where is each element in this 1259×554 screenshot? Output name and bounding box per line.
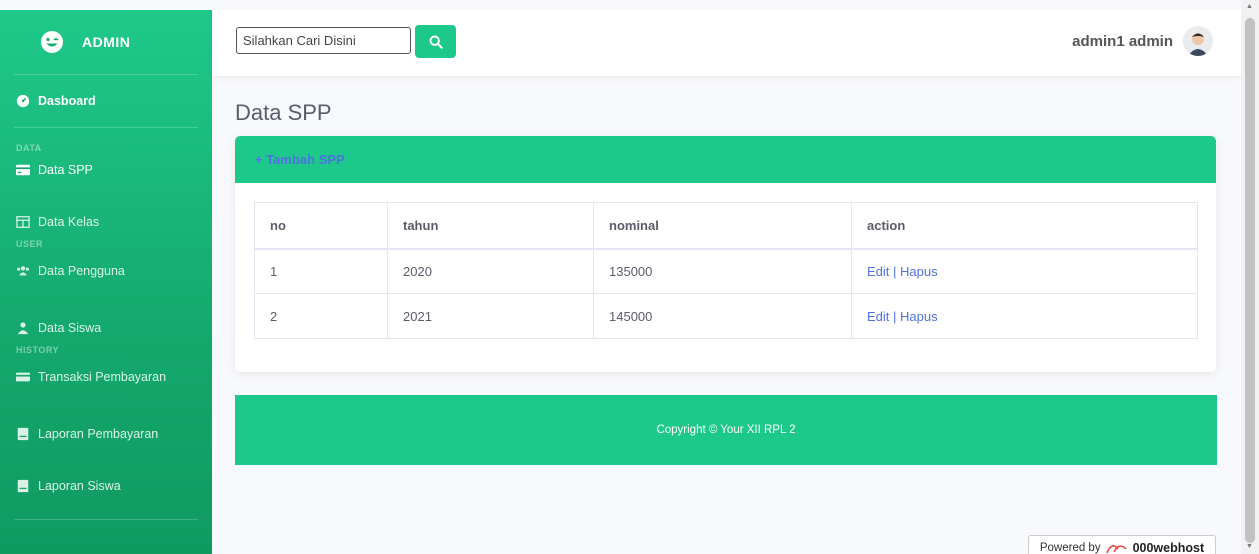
- sidebar-item-label: Data SPP: [38, 163, 93, 177]
- sidebar-item-label: Laporan Siswa: [38, 479, 121, 493]
- search-icon: [429, 35, 443, 49]
- sidebar-item-data-siswa[interactable]: Data Siswa: [0, 311, 212, 345]
- table-row: 1 2020 135000 Edit | Hapus: [254, 248, 1198, 294]
- page-title: Data SPP: [235, 100, 332, 125]
- money-card-icon: [16, 372, 30, 382]
- cell-tahun: 2020: [387, 248, 594, 294]
- scroll-down-icon[interactable]: ▼: [1246, 543, 1253, 550]
- edit-link[interactable]: Edit: [867, 264, 889, 279]
- webhost-brand: 000webhost: [1132, 541, 1205, 554]
- cell-tahun: 2021: [387, 293, 594, 339]
- sidebar-item-label: Data Pengguna: [38, 264, 125, 278]
- user-icon: [17, 322, 29, 335]
- book-icon: [17, 479, 29, 493]
- sidebar-brand[interactable]: ADMIN: [0, 10, 212, 74]
- topbar: admin1 admin: [212, 10, 1241, 76]
- section-heading-data: DATA: [16, 143, 42, 153]
- copyright-text: Copyright © Your XII RPL 2: [656, 424, 796, 436]
- cell-no: 2: [254, 293, 388, 339]
- credit-card-icon: [16, 164, 30, 176]
- sidebar-item-laporan-siswa[interactable]: Laporan Siswa: [0, 469, 212, 503]
- powered-by-badge[interactable]: Powered by 000webhost: [1028, 535, 1216, 554]
- column-header-no: no: [254, 202, 388, 250]
- cell-no: 1: [254, 248, 388, 294]
- user-name: admin1 admin: [1072, 32, 1173, 50]
- card-header: + Tambah SPP: [235, 136, 1216, 183]
- footer: Copyright © Your XII RPL 2: [235, 395, 1217, 465]
- user-avatar-icon: [1188, 33, 1208, 56]
- hapus-link[interactable]: Hapus: [900, 309, 938, 324]
- spp-card: + Tambah SPP no tahun nominal action 1 2…: [235, 136, 1216, 372]
- book-icon: [17, 427, 29, 441]
- cell-nominal: 135000: [593, 248, 852, 294]
- search-input[interactable]: [236, 27, 411, 54]
- sidebar-item-data-spp[interactable]: Data SPP: [0, 153, 212, 187]
- cell-nominal: 145000: [593, 293, 852, 339]
- sidebar-item-laporan-pembayaran[interactable]: Laporan Pembayaran: [0, 417, 212, 451]
- table-row: 2 2021 145000 Edit | Hapus: [254, 293, 1198, 339]
- spp-table: no tahun nominal action 1 2020 135000 Ed…: [254, 202, 1198, 339]
- sidebar-divider: [14, 127, 198, 128]
- sidebar-item-label: Laporan Pembayaran: [38, 427, 159, 441]
- scrollbar-thumb[interactable]: [1245, 18, 1255, 543]
- action-separator: |: [889, 308, 901, 324]
- sidebar-item-data-pengguna[interactable]: Data Pengguna: [0, 249, 212, 293]
- webhost-logo-icon: [1105, 545, 1127, 554]
- cell-action: Edit | Hapus: [851, 293, 1198, 339]
- add-spp-link[interactable]: + Tambah SPP: [255, 152, 345, 167]
- section-heading-user: USER: [16, 239, 44, 249]
- users-icon: [17, 266, 29, 276]
- sidebar-item-transaksi[interactable]: Transaksi Pembayaran: [0, 355, 212, 399]
- user-menu[interactable]: admin1 admin: [1072, 26, 1213, 56]
- sidebar-item-label: Transaksi Pembayaran: [38, 370, 167, 384]
- column-header-action: action: [851, 202, 1198, 250]
- sidebar-item-label: Data Kelas: [38, 215, 100, 229]
- table-header-row: no tahun nominal action: [254, 202, 1198, 250]
- sidebar: ADMIN Dasboard DATA Data SPP Data Kelas …: [0, 10, 212, 554]
- hapus-link[interactable]: Hapus: [900, 264, 938, 279]
- sidebar-item-label: Dasboard: [38, 94, 96, 108]
- search-button[interactable]: [415, 25, 456, 58]
- action-separator: |: [889, 263, 901, 279]
- sidebar-item-dashboard[interactable]: Dasboard: [0, 75, 212, 127]
- laugh-wink-icon: [41, 31, 63, 53]
- brand-name: ADMIN: [82, 34, 131, 50]
- avatar: [1183, 26, 1213, 56]
- page-scrollbar[interactable]: ▲ ▼: [1241, 0, 1259, 554]
- cell-action: Edit | Hapus: [851, 248, 1198, 294]
- edit-link[interactable]: Edit: [867, 309, 889, 324]
- section-heading-history: HISTORY: [16, 345, 60, 355]
- scroll-up-icon[interactable]: ▲: [1246, 3, 1253, 10]
- tachometer-icon: [16, 94, 30, 108]
- powered-by-label: Powered by: [1039, 542, 1101, 554]
- sidebar-item-data-kelas[interactable]: Data Kelas: [0, 205, 212, 239]
- table-icon: [16, 216, 30, 228]
- sidebar-divider: [14, 519, 198, 520]
- column-header-nominal: nominal: [593, 202, 852, 250]
- sidebar-item-label: Data Siswa: [38, 321, 102, 335]
- column-header-tahun: tahun: [387, 202, 594, 250]
